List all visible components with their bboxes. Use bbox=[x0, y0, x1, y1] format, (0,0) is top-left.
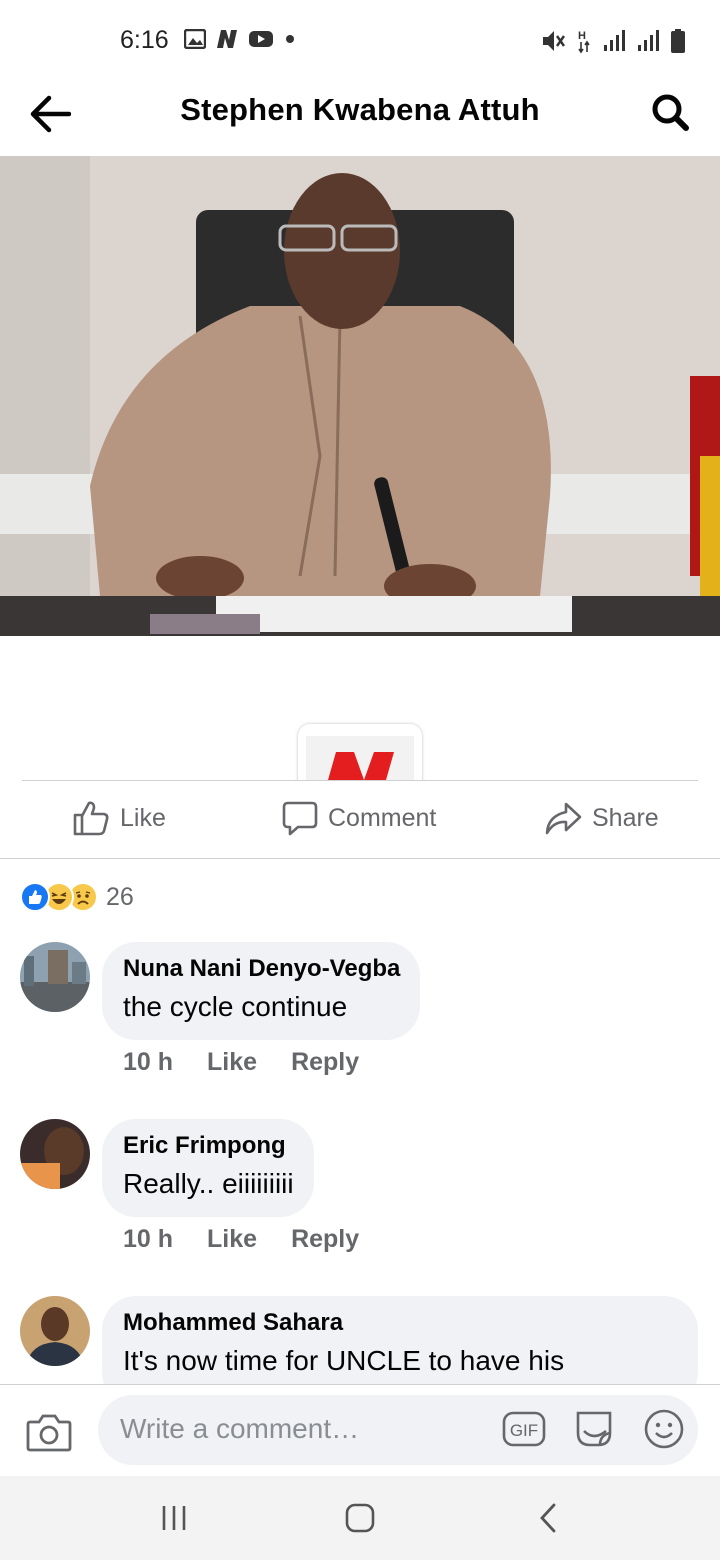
like-button[interactable]: Like bbox=[72, 800, 166, 836]
comment-meta: 10 h Like Reply bbox=[123, 1048, 359, 1077]
camera-icon bbox=[26, 1414, 72, 1452]
comment-bubble[interactable]: Mohammed Sahara It's now time for UNCLE … bbox=[102, 1296, 698, 1384]
comment-reply-link[interactable]: Reply bbox=[291, 1048, 359, 1077]
recent-apps-icon bbox=[162, 1506, 186, 1530]
avatar-photo-icon bbox=[20, 1296, 90, 1366]
comment-item: Mohammed Sahara It's now time for UNCLE … bbox=[20, 1296, 710, 1384]
gif-label: GIF bbox=[510, 1421, 538, 1440]
comment-composer: Write a comment… GIF bbox=[0, 1384, 720, 1476]
comment-time: 10 h bbox=[123, 1048, 174, 1076]
n-app-icon bbox=[217, 30, 237, 48]
status-bar: 6:16 H bbox=[0, 0, 720, 80]
comment-text: Really.. eiiiiiiiii bbox=[123, 1168, 294, 1199]
comment-author[interactable]: Mohammed Sahara bbox=[123, 1308, 678, 1338]
search-button[interactable] bbox=[646, 88, 694, 136]
share-icon bbox=[545, 802, 582, 835]
comment-input[interactable]: Write a comment… GIF bbox=[98, 1395, 698, 1465]
comment-item: Eric Frimpong Really.. eiiiiiiiii 10 h L… bbox=[20, 1119, 710, 1269]
gif-icon: GIF bbox=[502, 1411, 546, 1447]
search-icon bbox=[652, 94, 689, 131]
system-back-button[interactable] bbox=[526, 1498, 570, 1538]
comment-text: It's now time for UNCLE to have his bbox=[123, 1345, 565, 1376]
chevron-left-icon bbox=[540, 1503, 556, 1533]
system-nav-bar bbox=[0, 1476, 720, 1560]
post-photo[interactable] bbox=[0, 156, 720, 636]
comment-reply-link[interactable]: Reply bbox=[291, 1225, 359, 1254]
comment-author[interactable]: Nuna Nani Denyo-Vegba bbox=[123, 954, 400, 984]
comment-author[interactable]: Eric Frimpong bbox=[123, 1131, 294, 1161]
divider bbox=[22, 780, 698, 781]
svg-text:H: H bbox=[578, 30, 586, 42]
camera-button[interactable] bbox=[26, 1413, 72, 1453]
photo-icon bbox=[0, 156, 720, 636]
app-header: Stephen Kwabena Attuh bbox=[0, 80, 720, 156]
post-actions: Like Comment Share bbox=[0, 782, 720, 858]
avatar-photo-icon bbox=[20, 942, 90, 1012]
signal-icon bbox=[638, 30, 659, 51]
logo-icon bbox=[306, 736, 414, 781]
comment-like-link[interactable]: Like bbox=[207, 1225, 257, 1254]
comment-label: Comment bbox=[328, 803, 437, 832]
comment-time: 10 h bbox=[123, 1225, 174, 1253]
page-title: Stephen Kwabena Attuh bbox=[180, 92, 540, 127]
avatar[interactable] bbox=[20, 942, 90, 1012]
gallery-icon bbox=[184, 29, 206, 49]
comment-meta: 10 h Like Reply bbox=[123, 1225, 359, 1254]
comment-bubble[interactable]: Eric Frimpong Really.. eiiiiiiiii bbox=[102, 1119, 314, 1217]
signal-icon bbox=[604, 30, 625, 51]
emoji-button[interactable] bbox=[642, 1407, 686, 1451]
like-label: Like bbox=[120, 803, 166, 832]
comment-icon bbox=[282, 801, 318, 836]
sticker-button[interactable] bbox=[572, 1407, 616, 1451]
reaction-summary[interactable]: 26 bbox=[20, 880, 134, 914]
status-time: 6:16 bbox=[120, 26, 169, 54]
reaction-count: 26 bbox=[106, 882, 134, 911]
comment-like-link[interactable]: Like bbox=[207, 1048, 257, 1077]
comment-item: Nuna Nani Denyo-Vegba the cycle continue… bbox=[20, 942, 710, 1092]
comment-text: the cycle continue bbox=[123, 991, 348, 1022]
avatar[interactable] bbox=[20, 1119, 90, 1189]
mute-icon bbox=[543, 31, 565, 51]
recent-apps-button[interactable] bbox=[152, 1498, 196, 1538]
home-button[interactable] bbox=[338, 1498, 382, 1538]
gif-button[interactable]: GIF bbox=[502, 1409, 546, 1449]
comment-button[interactable]: Comment bbox=[282, 800, 436, 836]
sticker-icon bbox=[576, 1411, 612, 1447]
share-label: Share bbox=[592, 803, 659, 832]
divider bbox=[0, 858, 720, 859]
dot-icon bbox=[286, 35, 294, 43]
share-button[interactable]: Share bbox=[544, 800, 659, 836]
status-left-icons bbox=[184, 29, 298, 49]
source-logo bbox=[298, 724, 422, 781]
network-h-icon: H bbox=[578, 30, 590, 54]
home-icon bbox=[345, 1503, 375, 1533]
post-link-preview[interactable] bbox=[0, 636, 720, 781]
emoji-icon bbox=[644, 1409, 684, 1449]
comment-bubble[interactable]: Nuna Nani Denyo-Vegba the cycle continue bbox=[102, 942, 421, 1040]
avatar-photo-icon bbox=[20, 1119, 90, 1189]
comment-placeholder: Write a comment… bbox=[120, 1413, 360, 1444]
status-right-icons: H bbox=[540, 28, 686, 54]
thumbs-up-icon bbox=[73, 801, 109, 836]
like-reaction-icon bbox=[20, 882, 50, 912]
battery-icon bbox=[671, 29, 685, 53]
youtube-icon bbox=[249, 31, 273, 47]
avatar[interactable] bbox=[20, 1296, 90, 1366]
